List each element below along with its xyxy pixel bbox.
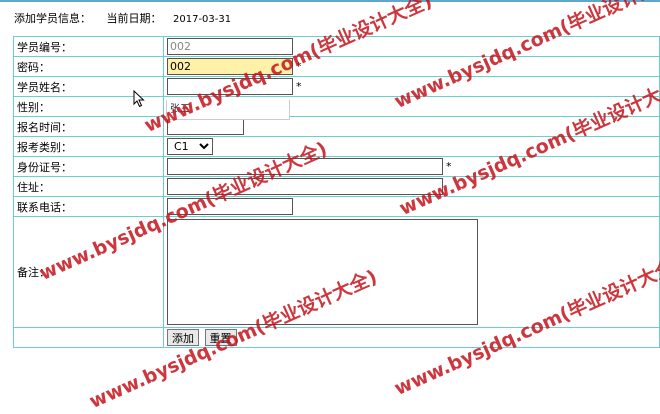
phone-label: 联系电话： (13, 196, 164, 217)
page-title: 添加学员信息： (14, 12, 91, 25)
remarks-textarea[interactable] (167, 219, 478, 325)
row-exam-type: 报考类别： C1 (13, 136, 660, 157)
reset-button[interactable]: 重置 (204, 329, 237, 346)
name-input[interactable] (167, 78, 293, 95)
name-cell: * (163, 76, 660, 97)
address-input[interactable] (167, 178, 443, 195)
row-buttons: 添加 重置 (13, 327, 660, 348)
exam-type-cell: C1 (163, 136, 660, 157)
id-number-required-mark: * (446, 159, 452, 173)
row-remarks: 备注： (13, 216, 660, 328)
password-cell: * (163, 56, 660, 77)
add-button[interactable]: 添加 (167, 329, 199, 346)
remarks-cell (163, 216, 660, 328)
enroll-time-input[interactable] (167, 118, 244, 135)
remarks-label: 备注： (13, 216, 164, 328)
row-password: 密码： * (13, 56, 660, 77)
buttons-label-cell (13, 327, 164, 348)
row-name: 学员姓名： * (13, 76, 660, 97)
row-phone: 联系电话： (13, 196, 660, 217)
exam-type-label: 报考类别： (13, 136, 164, 157)
autocomplete-suggestion[interactable]: 张三 (166, 100, 290, 120)
address-cell (163, 176, 660, 197)
student-no-cell (163, 36, 660, 57)
student-no-input[interactable] (167, 38, 293, 55)
phone-cell (163, 196, 660, 217)
row-enroll-time: 报名时间： (13, 116, 660, 137)
row-gender: 性别： (13, 96, 660, 117)
phone-input[interactable] (167, 198, 293, 215)
password-required-mark: * (296, 59, 302, 73)
row-address: 住址： (13, 176, 660, 197)
date-value: 2017-03-31 (173, 14, 232, 25)
password-label: 密码： (13, 56, 164, 77)
buttons-cell: 添加 重置 (163, 327, 660, 348)
enroll-time-label: 报名时间： (13, 116, 164, 137)
id-number-cell: * (163, 156, 660, 177)
id-number-input[interactable] (167, 158, 443, 175)
page-header: 添加学员信息： 当前日期： 2017-03-31 (14, 12, 231, 26)
top-border-line (0, 0, 660, 2)
exam-type-select[interactable]: C1 (167, 138, 213, 155)
student-no-label: 学员编号： (13, 36, 164, 57)
student-form-table: 学员编号： 密码： * 学员姓名： * 性别： 报名时间： 报考类别： C1 (13, 36, 660, 348)
mouse-pointer-icon (133, 90, 145, 108)
password-input[interactable] (167, 58, 293, 75)
row-id-number: 身份证号： * (13, 156, 660, 177)
id-number-label: 身份证号： (13, 156, 164, 177)
name-required-mark: * (296, 79, 302, 93)
address-label: 住址： (13, 176, 164, 197)
date-label: 当前日期： (106, 12, 162, 25)
row-student-no: 学员编号： (13, 36, 660, 57)
